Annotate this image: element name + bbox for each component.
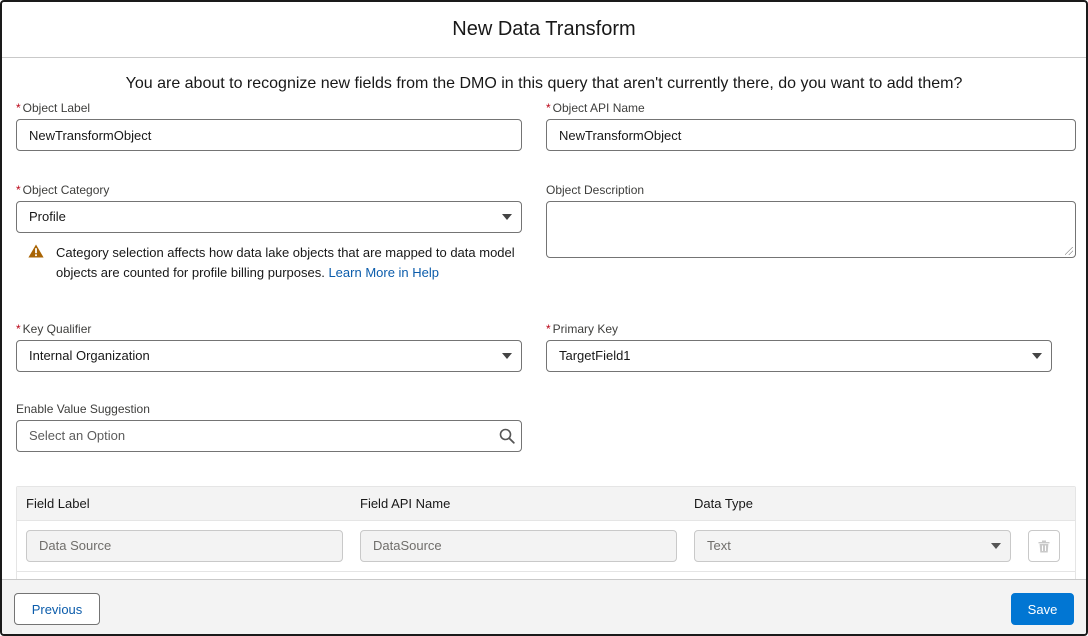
enable-value-suggestion-label: Enable Value Suggestion bbox=[16, 402, 150, 416]
object-label-input[interactable]: NewTransformObject bbox=[16, 119, 522, 151]
resize-handle-icon[interactable] bbox=[1065, 247, 1073, 255]
modal-body: You are about to recognize new fields fr… bbox=[2, 59, 1086, 579]
learn-more-link[interactable]: Learn More in Help bbox=[328, 265, 439, 280]
field-api-name-input[interactable]: DataSource bbox=[360, 530, 677, 562]
table-header: Field Label Field API Name Data Type bbox=[17, 487, 1075, 521]
search-icon bbox=[499, 428, 515, 444]
data-type-value: Text bbox=[707, 538, 731, 553]
primary-key-label: * Primary Key bbox=[546, 322, 619, 336]
object-api-name-value: NewTransformObject bbox=[559, 127, 682, 143]
chevron-down-icon bbox=[991, 543, 1001, 549]
required-mark: * bbox=[546, 322, 551, 336]
delete-row-button[interactable] bbox=[1028, 530, 1060, 562]
save-button[interactable]: Save bbox=[1011, 593, 1074, 625]
fields-table: Field Label Field API Name Data Type Dat… bbox=[16, 486, 1076, 579]
required-mark: * bbox=[16, 322, 21, 336]
previous-button[interactable]: Previous bbox=[14, 593, 100, 625]
required-mark: * bbox=[546, 101, 551, 115]
object-category-label: * Object Category bbox=[16, 183, 110, 197]
required-mark: * bbox=[16, 101, 21, 115]
object-label-label: * Object Label bbox=[16, 101, 91, 115]
intro-message: You are about to recognize new fields fr… bbox=[125, 75, 963, 92]
modal-footer: Previous Save bbox=[2, 579, 1086, 634]
object-description-textarea[interactable] bbox=[546, 201, 1076, 258]
warning-icon bbox=[28, 244, 44, 258]
chevron-down-icon bbox=[502, 214, 512, 220]
chevron-down-icon bbox=[1032, 353, 1042, 359]
field-label-input[interactable]: Data Source bbox=[26, 530, 343, 562]
column-header-field-api-name: Field API Name bbox=[360, 496, 451, 511]
warning-message: Category selection affects how data lake… bbox=[56, 245, 515, 280]
object-label-value: NewTransformObject bbox=[29, 127, 152, 143]
object-category-select[interactable]: Profile bbox=[16, 201, 522, 233]
object-description-label: Object Description bbox=[546, 183, 645, 197]
object-api-name-input[interactable]: NewTransformObject bbox=[546, 119, 1076, 151]
modal-header: New Data Transform bbox=[2, 2, 1086, 58]
object-category-value: Profile bbox=[29, 209, 66, 224]
warning-text: Category selection affects how data lake… bbox=[56, 243, 526, 283]
data-type-select[interactable]: Text bbox=[694, 530, 1011, 562]
enable-value-suggestion-combobox[interactable]: Select an Option bbox=[16, 420, 522, 452]
column-header-data-type: Data Type bbox=[694, 496, 754, 511]
key-qualifier-value: Internal Organization bbox=[29, 348, 150, 363]
primary-key-value: TargetField1 bbox=[559, 348, 631, 363]
object-api-name-label: * Object API Name bbox=[546, 101, 645, 115]
column-header-field-label: Field Label bbox=[26, 496, 90, 511]
primary-key-select[interactable]: TargetField1 bbox=[546, 340, 1052, 372]
row-divider bbox=[17, 571, 1075, 572]
key-qualifier-select[interactable]: Internal Organization bbox=[16, 340, 522, 372]
key-qualifier-label: * Key Qualifier bbox=[16, 322, 92, 336]
trash-icon bbox=[1038, 540, 1050, 552]
chevron-down-icon bbox=[502, 353, 512, 359]
enable-value-suggestion-placeholder: Select an Option bbox=[29, 428, 126, 443]
new-data-transform-modal: New Data Transform You are about to reco… bbox=[0, 0, 1088, 636]
required-mark: * bbox=[16, 183, 21, 197]
modal-title: New Data Transform bbox=[452, 18, 636, 40]
